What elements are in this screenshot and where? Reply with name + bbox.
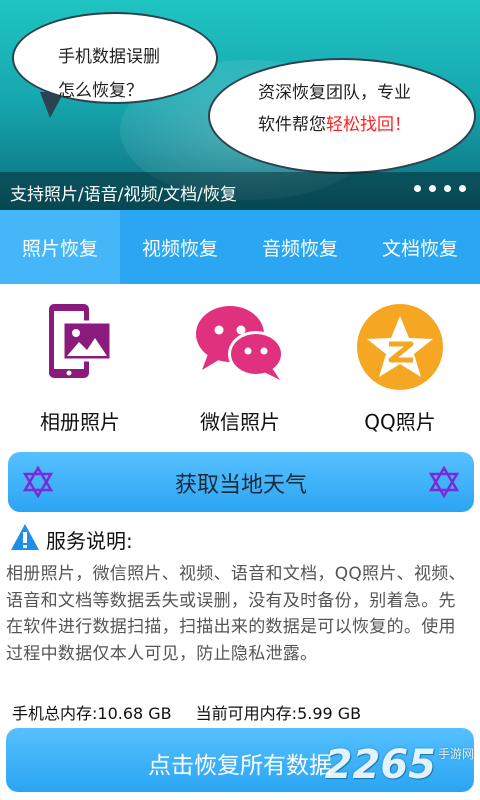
bubble2-highlight: 轻松找回！ bbox=[326, 115, 411, 135]
watermark-logo: 2265 手游网 bbox=[325, 742, 474, 788]
wechat-photo-card[interactable]: 微信照片 bbox=[160, 284, 320, 444]
watermark-number: 2265 bbox=[324, 742, 436, 788]
tab-document-recovery[interactable]: 文档恢复 bbox=[360, 210, 480, 284]
banner-pager-dots[interactable] bbox=[414, 185, 466, 192]
category-tabs: 照片恢复 视频恢复 音频恢复 文档恢复 bbox=[0, 210, 480, 284]
wechat-icon bbox=[194, 302, 286, 386]
banner[interactable]: 手机数据误删 怎么恢复？ 资深恢复团队，专业 软件帮您轻松找回！ 支持照片/语音… bbox=[0, 0, 480, 210]
available-memory: 当前可用内存:5.99 GB bbox=[195, 704, 362, 723]
star-of-david-icon bbox=[428, 465, 460, 502]
qq-zone-star-icon bbox=[355, 302, 445, 396]
album-photo-label: 相册照片 bbox=[40, 410, 120, 434]
tab-video-recovery[interactable]: 视频恢复 bbox=[120, 210, 240, 284]
service-title: 服务说明: bbox=[46, 528, 133, 553]
watermark-suffix: 手游网 bbox=[437, 747, 474, 761]
speech-bubble-question: 手机数据误删 怎么恢复？ bbox=[12, 12, 218, 104]
pager-dot[interactable] bbox=[429, 185, 436, 192]
photo-source-cards: 相册照片 微信照片 QQ照片 bbox=[0, 284, 480, 444]
bubble1-line1: 手机数据误删 bbox=[58, 47, 160, 67]
warning-icon bbox=[10, 523, 40, 555]
bubble2-line2-text: 软件帮您 bbox=[258, 115, 326, 135]
get-weather-label: 获取当地天气 bbox=[174, 473, 307, 498]
tab-photo-recovery[interactable]: 照片恢复 bbox=[0, 210, 120, 284]
get-weather-button[interactable]: 获取当地天气 bbox=[8, 452, 474, 512]
pager-dot[interactable] bbox=[459, 185, 466, 192]
speech-bubble-answer: 资深恢复团队，专业 软件帮您轻松找回！ bbox=[208, 58, 476, 174]
banner-caption: 支持照片/语音/视频/文档/恢复 bbox=[10, 185, 237, 205]
bubble2-line2: 软件帮您轻松找回！ bbox=[258, 110, 411, 135]
memory-info: 手机总内存:10.68 GB 当前可用内存:5.99 GB bbox=[12, 700, 361, 724]
banner-caption-bar: 支持照片/语音/视频/文档/恢复 bbox=[0, 172, 480, 210]
album-photo-icon bbox=[45, 302, 115, 386]
qq-photo-label: QQ照片 bbox=[364, 410, 436, 434]
album-photo-card[interactable]: 相册照片 bbox=[0, 284, 160, 444]
qq-photo-card[interactable]: QQ照片 bbox=[320, 284, 480, 444]
pager-dot[interactable] bbox=[414, 185, 421, 192]
pager-dot[interactable] bbox=[444, 185, 451, 192]
bubble2-line1: 资深恢复团队，专业 bbox=[258, 83, 411, 103]
total-memory: 手机总内存:10.68 GB bbox=[12, 704, 172, 723]
service-description: 相册照片，微信照片、视频、语音和文档，QQ照片、视频、语音和文档等数据丢失或误删… bbox=[6, 564, 466, 664]
wechat-photo-label: 微信照片 bbox=[200, 410, 280, 434]
bubble1-line2: 怎么恢复？ bbox=[58, 81, 143, 101]
service-heading: 服务说明: bbox=[10, 524, 133, 554]
tab-audio-recovery[interactable]: 音频恢复 bbox=[240, 210, 360, 284]
